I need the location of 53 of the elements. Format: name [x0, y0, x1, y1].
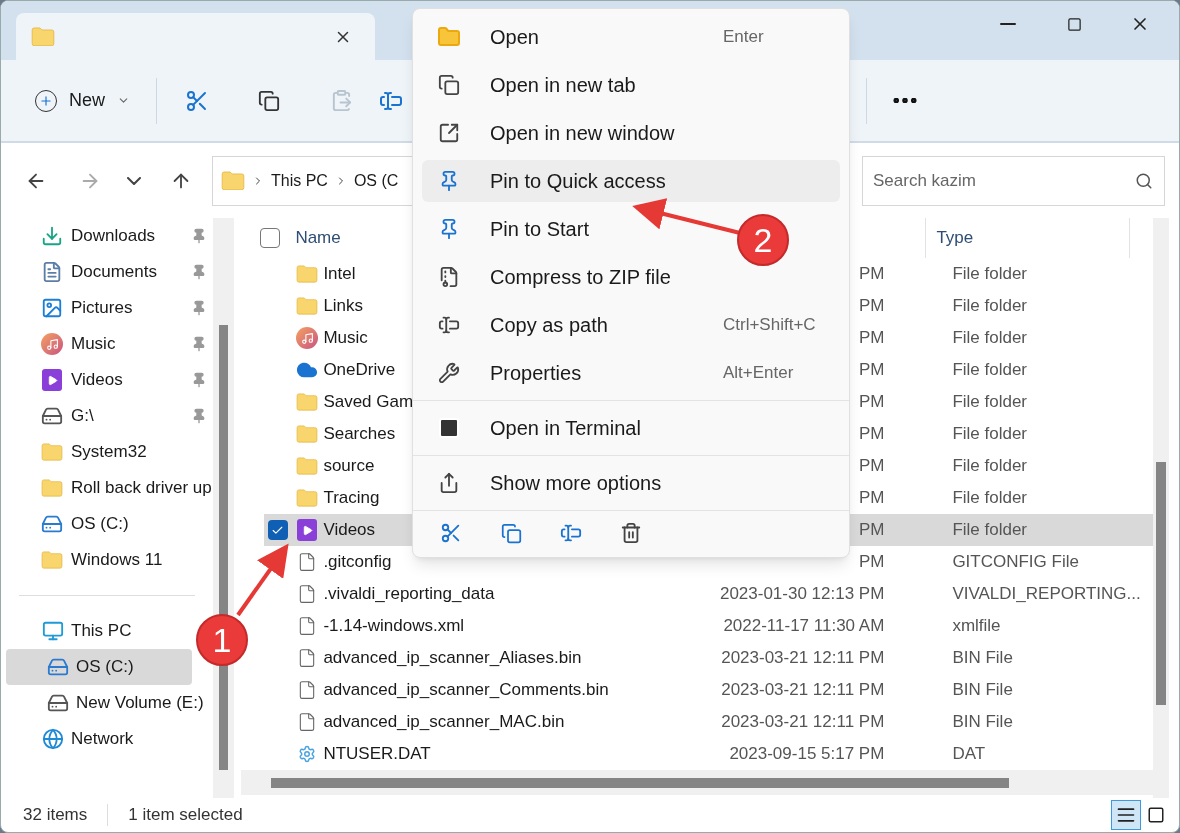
file-type: BIN File [952, 679, 1013, 702]
file-date: 2023-03-21 12:11 PM [721, 711, 885, 734]
file-name: advanced_ip_scanner_Aliases.bin [323, 647, 582, 670]
file-type: File folder [952, 455, 1027, 478]
file-type: BIN File [952, 647, 1013, 670]
file-name: Searches [323, 423, 396, 446]
file-type: File folder [952, 423, 1027, 446]
file-date: PM [858, 391, 885, 414]
file-name: Saved Gam [323, 391, 414, 414]
file-type: File folder [952, 391, 1027, 414]
file-date: PM [858, 551, 885, 574]
file-type: xmlfile [952, 615, 1001, 638]
file-name: Music [323, 327, 368, 350]
file-date: PM [858, 423, 885, 446]
file-name: Links [323, 295, 364, 318]
file-type: File folder [952, 327, 1027, 350]
file-type: BIN File [952, 711, 1013, 734]
shortcut-label: Alt+Enter [723, 362, 795, 385]
file-type: File folder [952, 487, 1027, 510]
file-date: 2023-09-15 5:17 PM [729, 743, 885, 766]
file-name: .gitconfig [323, 551, 392, 574]
file-name: -1.14-windows.xml [323, 615, 465, 638]
file-date: 2023-03-21 12:11 PM [721, 679, 885, 702]
file-type: File folder [952, 519, 1027, 542]
selection-count: 1 item selected [128, 804, 243, 827]
file-date: 2023-01-30 12:13 PM [719, 583, 885, 606]
file-date: PM [858, 295, 885, 318]
file-date: 2023-03-21 12:11 PM [721, 647, 885, 670]
file-date: PM [858, 327, 885, 350]
file-date: PM [858, 455, 885, 478]
shortcut-label: Enter [723, 26, 765, 49]
file-date: PM [858, 519, 885, 542]
file-name: Intel [323, 263, 356, 286]
file-date: PM [858, 487, 885, 510]
file-name: source [323, 455, 375, 478]
file-type: VIVALDI_REPORTING... [952, 583, 1141, 606]
shortcut-label: Ctrl+Shift+C [723, 314, 817, 337]
file-type: File folder [952, 359, 1027, 382]
file-name: advanced_ip_scanner_MAC.bin [323, 711, 565, 734]
file-date: PM [858, 263, 885, 286]
file-date: 2022-11-17 11:30 AM [723, 615, 885, 638]
file-name: OneDrive [323, 359, 396, 382]
item-count: 32 items [23, 804, 88, 827]
file-name: Tracing [323, 487, 380, 510]
file-name: Videos [323, 519, 376, 542]
file-name: advanced_ip_scanner_Comments.bin [323, 679, 609, 702]
file-type: File folder [952, 263, 1027, 286]
file-type: GITCONFIG File [952, 551, 1079, 574]
file-date: PM [858, 359, 885, 382]
file-name: .vivaldi_reporting_data [323, 583, 495, 606]
file-name: NTUSER.DAT [323, 743, 431, 766]
file-type: DAT [952, 743, 986, 766]
file-type: File folder [952, 295, 1027, 318]
